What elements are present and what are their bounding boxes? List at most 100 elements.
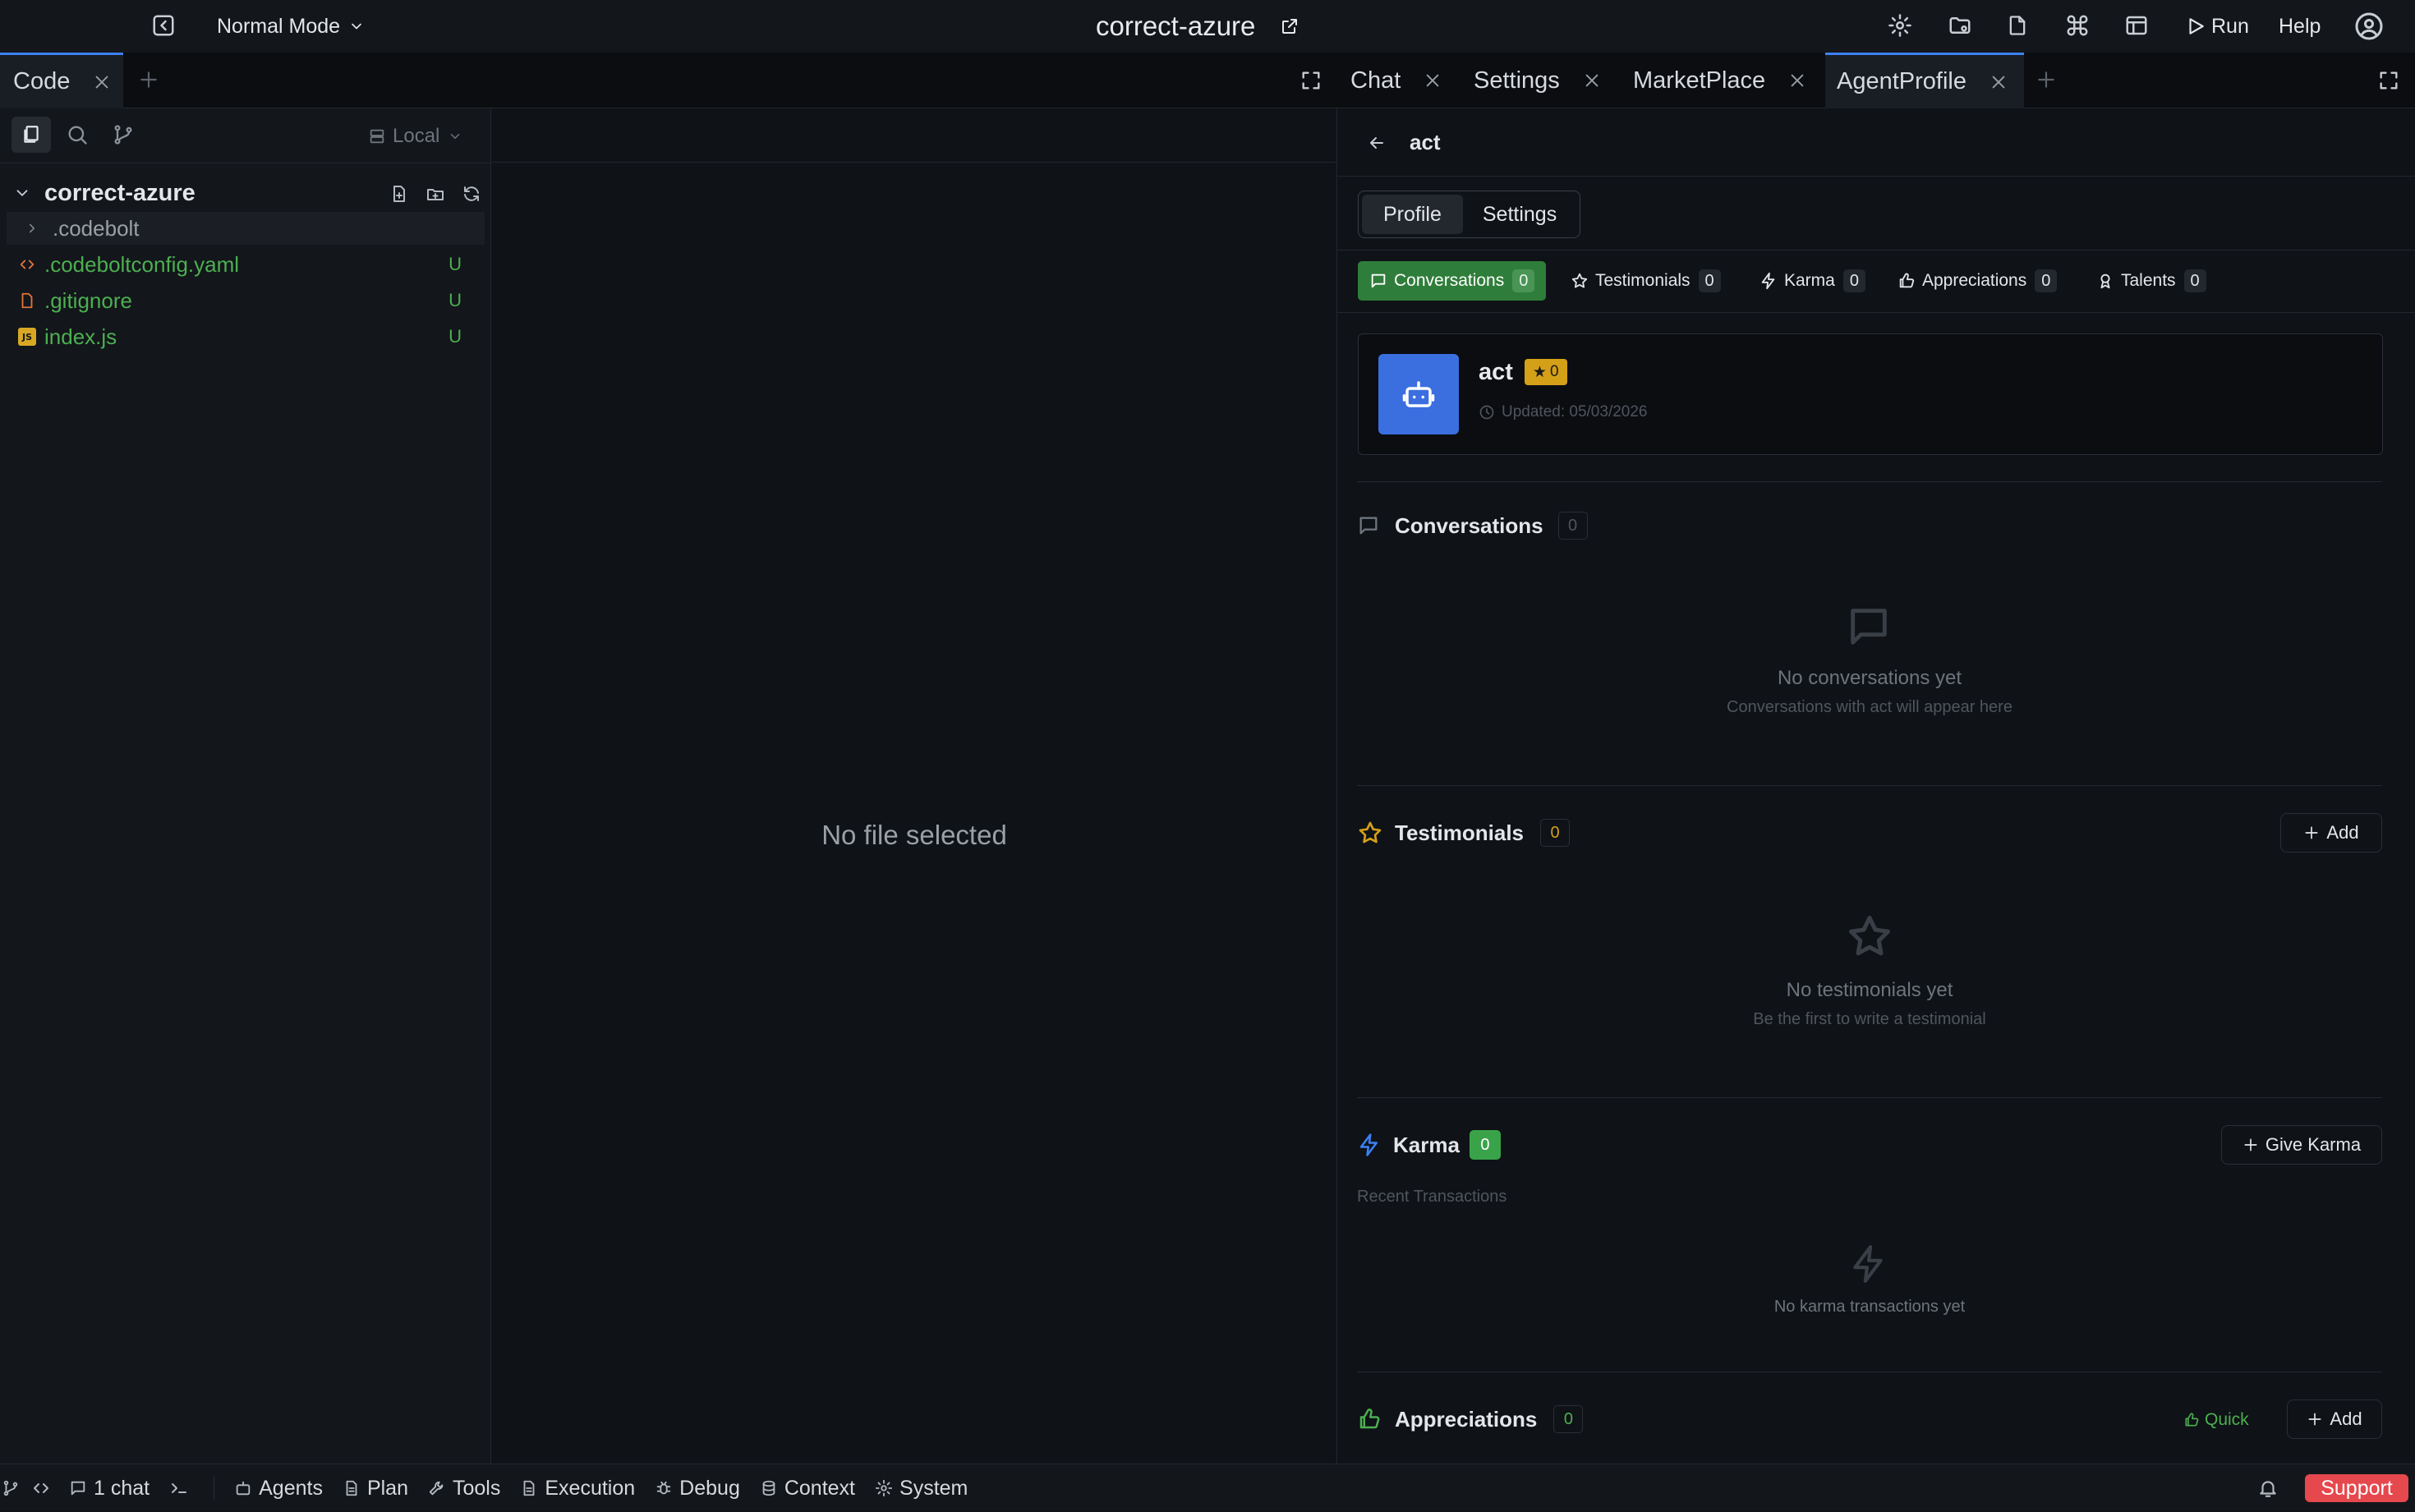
tab-code[interactable]: Code xyxy=(0,53,123,108)
help-button[interactable]: Help xyxy=(2279,15,2321,39)
filter-talents[interactable]: Talents 0 xyxy=(2096,261,2206,301)
tab-agentprofile[interactable]: AgentProfile xyxy=(1825,53,2024,108)
add-testimonial-button[interactable]: Add xyxy=(2280,813,2382,853)
editor-area: No file selected xyxy=(492,108,1336,1464)
section-title: Appreciations xyxy=(1395,1406,1538,1432)
file-name: index.js xyxy=(44,324,117,349)
tree-item-folder[interactable]: .codebolt xyxy=(7,212,485,245)
arrow-left-icon[interactable] xyxy=(1367,133,1387,153)
git-status: U xyxy=(448,290,462,310)
database-icon xyxy=(760,1479,778,1497)
refresh-icon[interactable] xyxy=(462,184,481,204)
root-folder[interactable]: correct-azure xyxy=(13,174,480,212)
support-button[interactable]: Support xyxy=(2305,1474,2408,1502)
status-execution[interactable]: Execution xyxy=(520,1477,635,1501)
tree-item-file[interactable]: .gitignore U xyxy=(18,284,481,317)
tree-item-file[interactable]: .codeboltconfig.yaml U xyxy=(18,248,481,281)
filter-label: Conversations xyxy=(1394,271,1505,290)
tab-marketplace[interactable]: MarketPlace xyxy=(1633,53,1806,108)
status-label: Debug xyxy=(679,1476,740,1500)
filter-testimonials[interactable]: Testimonials 0 xyxy=(1571,261,1721,301)
user-icon[interactable] xyxy=(2354,11,2384,41)
close-icon[interactable] xyxy=(1788,71,1806,90)
subtab-settings[interactable]: Settings xyxy=(1463,195,1576,234)
gear-icon[interactable] xyxy=(1888,13,1912,38)
git-branch-icon[interactable] xyxy=(112,123,135,146)
tab-settings[interactable]: Settings xyxy=(1474,53,1601,108)
status-plan[interactable]: Plan xyxy=(343,1477,408,1501)
karma-section-header: Karma 0 xyxy=(1357,1128,1501,1161)
new-folder-icon[interactable] xyxy=(426,184,445,204)
location-selector[interactable]: Local xyxy=(368,125,462,148)
empty-title: No karma transactions yet xyxy=(1773,1298,1966,1316)
layout-icon[interactable] xyxy=(2124,13,2149,38)
status-tools[interactable]: Tools xyxy=(428,1477,500,1501)
subtab-profile[interactable]: Profile xyxy=(1362,195,1463,234)
filter-label: Karma xyxy=(1784,271,1835,290)
close-icon[interactable] xyxy=(1583,71,1601,90)
status-debug[interactable]: Debug xyxy=(655,1477,740,1501)
plus-icon xyxy=(2307,1411,2323,1427)
maximize-icon[interactable] xyxy=(1300,69,1322,92)
bell-icon[interactable] xyxy=(2257,1478,2279,1499)
filter-appreciations[interactable]: Appreciations 0 xyxy=(1898,261,2058,301)
close-icon[interactable] xyxy=(1990,73,2008,91)
section-title: Conversations xyxy=(1395,512,1543,538)
zap-icon xyxy=(1760,272,1778,290)
conversations-section-header: Conversations 0 xyxy=(1357,509,1588,542)
tree-item-file[interactable]: JS index.js U xyxy=(18,320,481,353)
give-karma-button[interactable]: Give Karma xyxy=(2221,1125,2382,1165)
section-divider xyxy=(1357,1097,2382,1098)
section-divider xyxy=(1357,785,2382,786)
quick-appreciation-button[interactable]: Quick xyxy=(2183,1408,2249,1432)
status-bar: 1 chat Agents Plan Tools Execution Debug… xyxy=(0,1464,2415,1511)
chat-count-button[interactable]: 1 chat xyxy=(69,1477,150,1501)
status-context[interactable]: Context xyxy=(760,1477,855,1501)
filter-conversations[interactable]: Conversations 0 xyxy=(1358,261,1547,301)
run-button[interactable]: Run xyxy=(2185,13,2249,39)
chevron-down-icon xyxy=(348,18,365,34)
message-square-icon xyxy=(1357,514,1380,537)
command-icon[interactable] xyxy=(2065,13,2090,38)
tab-chat[interactable]: Chat xyxy=(1350,53,1442,108)
folder-settings-icon[interactable] xyxy=(1947,13,1973,38)
new-file-icon[interactable] xyxy=(389,184,409,204)
divider xyxy=(1337,312,2415,313)
button-label: Quick xyxy=(2205,1410,2249,1429)
filter-karma[interactable]: Karma 0 xyxy=(1760,261,1865,301)
status-left: 1 chat Agents Plan Tools Execution Debug… xyxy=(0,1464,987,1512)
tab-label: MarketPlace xyxy=(1633,67,1766,94)
plus-icon[interactable] xyxy=(2036,69,2057,90)
files-icon[interactable] xyxy=(12,117,51,153)
code-icon[interactable] xyxy=(31,1478,51,1498)
plus-icon[interactable] xyxy=(138,69,159,90)
file-icon[interactable] xyxy=(2006,13,2029,38)
mode-selector[interactable]: Normal Mode xyxy=(217,13,365,39)
code-file-icon xyxy=(18,255,36,273)
project-title: correct-azure xyxy=(1096,10,1300,43)
file-icon xyxy=(18,292,36,310)
message-square-icon xyxy=(69,1479,87,1497)
status-system[interactable]: System xyxy=(875,1477,968,1501)
file-name: .gitignore xyxy=(44,287,132,313)
terminal-icon[interactable] xyxy=(169,1478,189,1498)
section-title: Karma xyxy=(1393,1132,1460,1157)
chat-count-label: 1 chat xyxy=(94,1476,150,1500)
external-link-icon[interactable] xyxy=(1280,16,1300,36)
tab-label: AgentProfile xyxy=(1837,68,1966,94)
zap-icon xyxy=(1357,1133,1382,1157)
status-label: Agents xyxy=(259,1476,323,1500)
chevron-right-icon xyxy=(25,221,39,236)
status-agents[interactable]: Agents xyxy=(234,1477,323,1501)
sidebar-toggle-icon[interactable] xyxy=(151,13,176,38)
git-branch-icon[interactable] xyxy=(2,1479,20,1497)
maximize-icon[interactable] xyxy=(2377,69,2400,92)
add-appreciation-button[interactable]: Add xyxy=(2287,1399,2382,1439)
mode-label: Normal Mode xyxy=(217,14,341,38)
close-icon[interactable] xyxy=(93,73,111,91)
file-name: .codebolt xyxy=(53,215,140,241)
thumbs-up-icon xyxy=(2183,1412,2200,1428)
search-icon[interactable] xyxy=(66,123,89,146)
tab-label: Settings xyxy=(1474,67,1560,94)
close-icon[interactable] xyxy=(1424,71,1442,90)
